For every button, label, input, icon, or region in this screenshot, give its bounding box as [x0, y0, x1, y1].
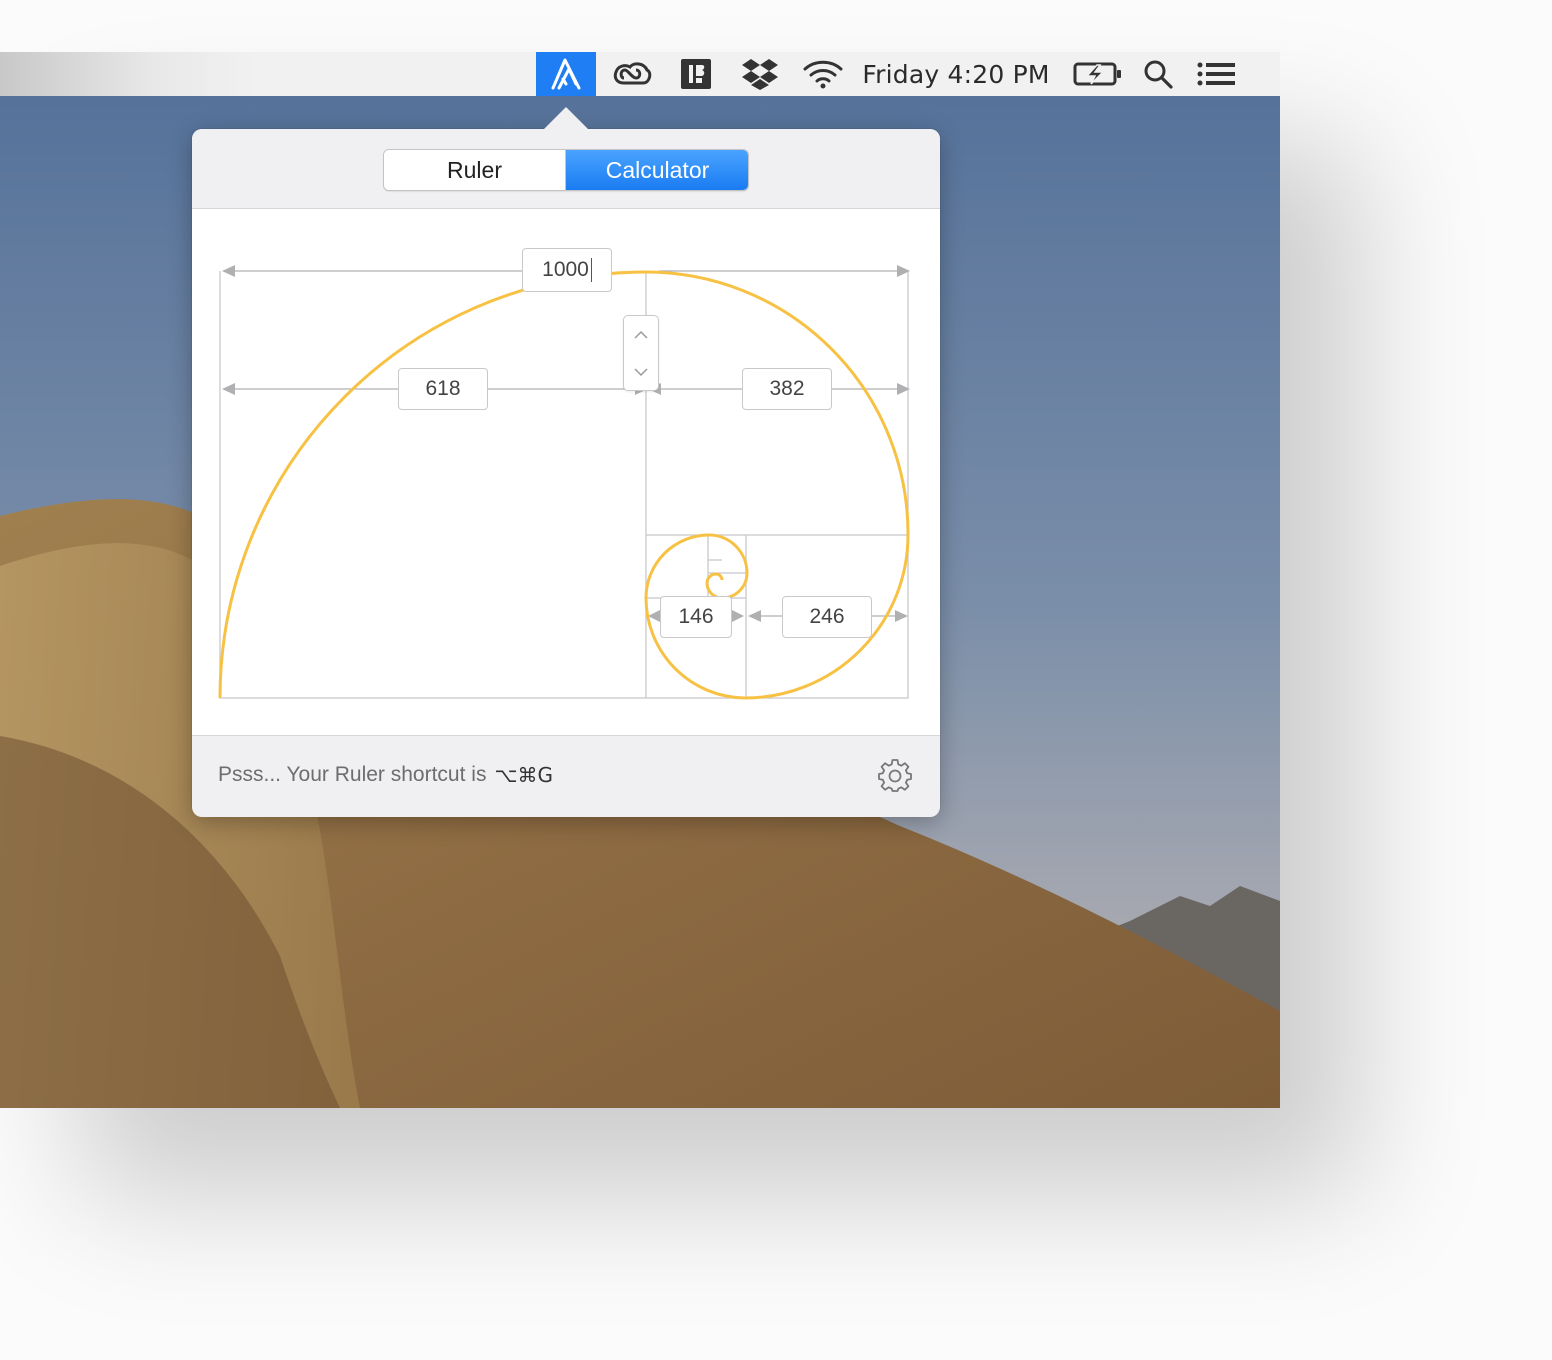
- text-cursor: [590, 258, 592, 282]
- popover-footer: Psss... Your Ruler shortcut is ⌥⌘G: [192, 735, 940, 817]
- mode-segmented-control: Ruler Calculator: [383, 149, 749, 191]
- battery-charging-icon[interactable]: [1072, 52, 1124, 96]
- gear-icon[interactable]: [878, 758, 912, 792]
- smaller-segment-value[interactable]: 246: [782, 596, 872, 638]
- golden-ratio-calculator: 1000 618 382 146 246: [192, 209, 940, 735]
- stepper-down-button[interactable]: [624, 353, 658, 390]
- dash-icon[interactable]: [676, 52, 716, 96]
- spotlight-search-icon[interactable]: [1140, 52, 1176, 96]
- stepper-up-button[interactable]: [624, 316, 658, 353]
- shortcut-hint: Psss... Your Ruler shortcut is ⌥⌘G: [218, 736, 553, 814]
- chevron-down-icon: [634, 367, 648, 376]
- menu-bar: Friday 4:20 PM: [0, 52, 1280, 96]
- shortcut-hint-text: Psss... Your Ruler shortcut is: [218, 763, 487, 786]
- creative-cloud-icon[interactable]: [610, 52, 654, 96]
- chevron-up-icon: [634, 330, 648, 339]
- large-segment-value[interactable]: 618: [398, 368, 488, 410]
- value-stepper[interactable]: [623, 315, 659, 391]
- shortcut-keys: ⌥⌘G: [494, 763, 553, 787]
- tab-calculator[interactable]: Calculator: [566, 150, 748, 190]
- total-length-value: 1000: [542, 258, 589, 281]
- notification-center-icon[interactable]: [1194, 52, 1238, 96]
- wifi-icon[interactable]: [800, 52, 846, 96]
- menubar-clock[interactable]: Friday 4:20 PM: [858, 52, 1054, 96]
- popover-header: Ruler Calculator: [192, 129, 940, 209]
- ruler-app-icon[interactable]: [536, 52, 596, 96]
- ruler-popover: Ruler Calculator 1000 618 382 146 246 Ps…: [192, 107, 940, 817]
- dimension-arrow-left: [222, 265, 235, 277]
- dropbox-icon[interactable]: [738, 52, 782, 96]
- small-segment-value[interactable]: 382: [742, 368, 832, 410]
- tab-ruler[interactable]: Ruler: [384, 150, 566, 190]
- total-length-input[interactable]: 1000: [522, 248, 612, 292]
- smallest-segment-value[interactable]: 146: [660, 596, 732, 638]
- popover-arrow: [544, 107, 588, 129]
